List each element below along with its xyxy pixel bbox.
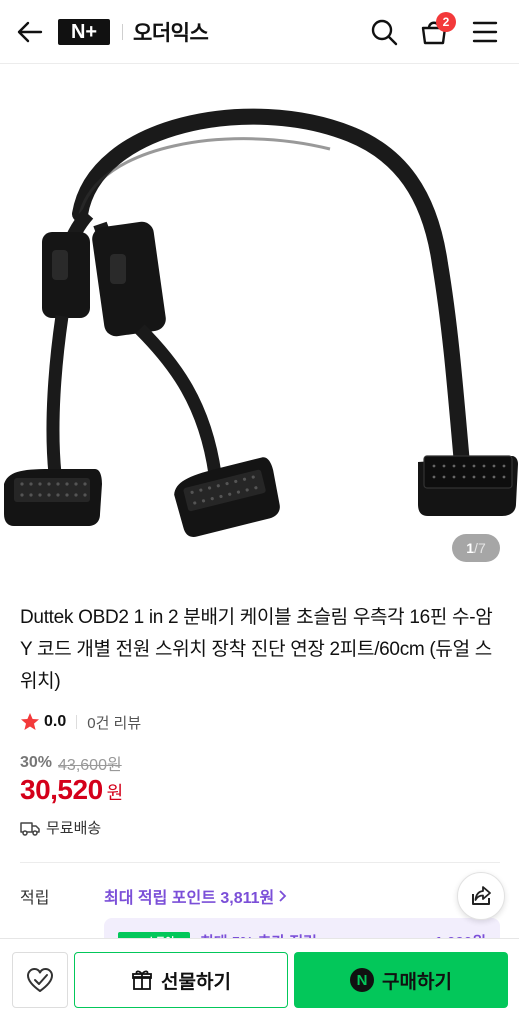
sale-price: 30,520 원 xyxy=(20,774,123,806)
rating-score: 0.0 xyxy=(44,713,67,730)
cart-count-badge: 2 xyxy=(436,12,456,32)
back-arrow-icon[interactable] xyxy=(14,16,46,48)
buy-button[interactable]: N 구매하기 xyxy=(294,952,508,1008)
gift-button[interactable]: 선물하기 xyxy=(74,952,288,1008)
wishlist-button[interactable] xyxy=(12,952,68,1008)
review-count[interactable]: 0건 리뷰 xyxy=(87,712,141,733)
original-price: 43,600원 xyxy=(58,757,122,774)
store-name: 오더익스 xyxy=(133,22,209,45)
n-plus-logo: N+ xyxy=(58,19,110,45)
product-title: Duttek OBD2 1 in 2 분배기 케이블 초슬림 우측각 16핀 수… xyxy=(20,607,493,692)
share-icon xyxy=(472,886,491,905)
menu-icon[interactable] xyxy=(469,16,501,48)
price-value: 30,520 xyxy=(20,774,103,805)
chevron-right-icon xyxy=(279,890,287,902)
points-label: 적립 xyxy=(20,890,50,907)
cart-button[interactable]: 2 xyxy=(418,12,456,48)
bottom-action-bar: 선물하기 N 구매하기 xyxy=(0,938,519,1024)
price-currency: 원 xyxy=(106,783,124,803)
top-header: N+ 오더익스 2 xyxy=(0,0,519,64)
heart-check-icon xyxy=(27,968,53,992)
product-image[interactable] xyxy=(0,64,519,584)
shipping-text: 무료배송 xyxy=(46,820,102,837)
rating-divider xyxy=(76,715,78,729)
section-divider xyxy=(20,862,500,863)
points-link[interactable]: 최대 적립 포인트 3,811원 xyxy=(104,884,289,908)
image-pager: 1 / 7 xyxy=(452,534,500,562)
gift-icon xyxy=(132,970,152,990)
logo-divider xyxy=(122,24,123,40)
share-button[interactable] xyxy=(457,872,505,920)
store-logo[interactable]: N+ 오더익스 xyxy=(58,19,209,45)
shipping-info: 무료배송 xyxy=(20,817,101,838)
buy-button-label: 구매하기 xyxy=(382,971,452,993)
points-value-text: 최대 적립 포인트 3,811원 xyxy=(104,890,275,907)
rating-row[interactable]: 0.0 0건 리뷰 xyxy=(20,710,141,734)
star-icon xyxy=(21,713,39,730)
search-icon[interactable] xyxy=(368,16,400,48)
discount-row: 30% 43,600원 xyxy=(20,751,122,775)
gift-button-label: 선물하기 xyxy=(161,971,231,993)
npay-icon: N xyxy=(350,968,375,992)
discount-rate: 30% xyxy=(20,754,53,771)
truck-icon xyxy=(20,821,40,836)
